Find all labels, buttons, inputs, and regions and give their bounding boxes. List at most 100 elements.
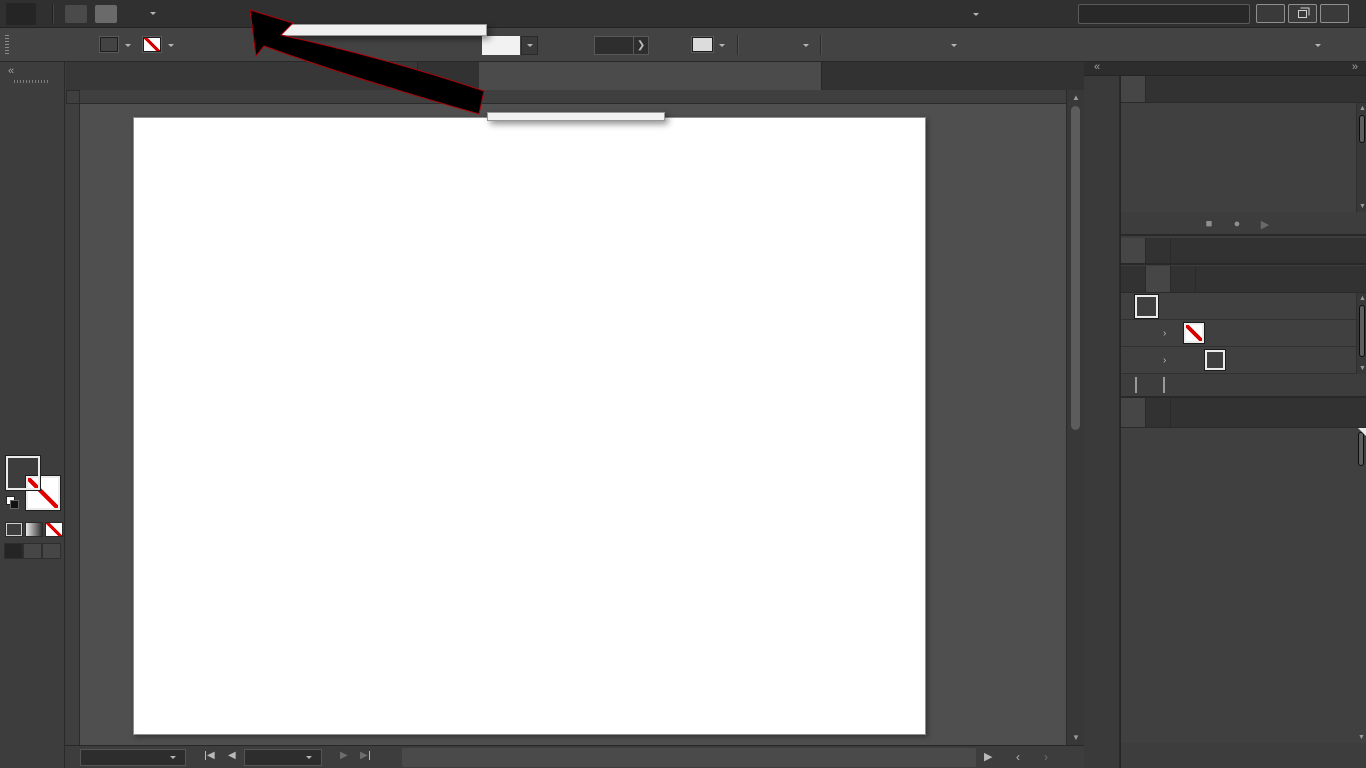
chevron-down-icon[interactable] [803,44,809,50]
selection-handle[interactable] [366,690,373,697]
default-fill-stroke-icon[interactable] [6,496,20,510]
scroll-down-icon[interactable]: ▼ [1359,365,1366,372]
next-artboard-icon[interactable]: ▶ [340,750,348,761]
selected-path-shape[interactable] [285,440,370,697]
document-grid-icon[interactable] [1262,36,1278,54]
panel-menu-icon[interactable] [1345,406,1361,420]
locate-object-icon[interactable] [1228,747,1244,763]
close-button[interactable] [1320,4,1349,23]
opacity-value[interactable] [594,36,634,55]
canvas-viewport[interactable] [80,104,1066,745]
delete-layer-icon[interactable] [1339,747,1355,763]
document-tab[interactable] [66,62,418,90]
last-artboard-icon[interactable]: ▶ [360,750,370,761]
scroll-right-icon[interactable]: › [1044,750,1048,764]
scroll-down-icon[interactable]: ▼ [1358,734,1365,741]
tab-asset-export[interactable] [1171,266,1196,292]
collapse-dock-icon[interactable]: « [1094,61,1100,73]
scroll-left-icon[interactable]: ‹ [1016,750,1020,764]
distribute-objects-icon[interactable] [928,36,944,54]
collect-for-export-icon[interactable] [1198,747,1214,763]
draw-inside-mode[interactable] [42,543,61,559]
scrollbar-thumb[interactable] [1359,115,1365,143]
fill-swatch[interactable] [6,456,40,490]
panel-menu-icon[interactable] [1345,272,1361,286]
tab-variables[interactable] [1121,266,1146,292]
delete-icon[interactable] [1343,216,1359,232]
color-button[interactable] [5,522,23,537]
search-input[interactable] [1101,7,1231,21]
play-selection-icon[interactable]: ▶ [1257,216,1273,232]
brush-definition-chevron[interactable] [521,36,538,55]
draw-behind-mode[interactable] [23,543,42,559]
duplicate-item-icon[interactable] [1303,378,1319,394]
new-set-folder-icon[interactable] [1289,216,1305,232]
chevron-down-icon[interactable] [719,44,725,50]
chevron-down-icon[interactable] [168,44,174,50]
appearance-item-row[interactable] [1121,293,1366,320]
scroll-down-icon[interactable]: ▼ [1067,733,1085,742]
tab-layers[interactable] [1121,398,1146,427]
clear-appearance-icon[interactable] [1273,378,1289,394]
draw-normal-mode[interactable] [4,543,23,559]
ruler-origin-box[interactable] [66,90,80,104]
tab-document-info[interactable] [1146,238,1171,263]
first-artboard-icon[interactable]: ◀ [205,750,215,761]
arrange-icon[interactable] [1292,36,1308,54]
style-swatch[interactable] [692,37,713,52]
align-objects-icon[interactable] [898,36,914,54]
delete-icon[interactable] [1331,378,1347,394]
panel-grip[interactable] [14,80,50,83]
chevron-down-icon[interactable] [150,12,156,18]
scrollbar-thumb[interactable] [1358,432,1364,466]
panel-menu-icon[interactable] [1345,244,1361,258]
gradient-button[interactable] [25,522,43,537]
collapse-panel-icon[interactable]: « [8,65,14,77]
visibility-eye-icon[interactable] [1135,326,1151,340]
arrange-documents-icon[interactable] [124,4,144,24]
scrollbar-thumb[interactable] [1071,106,1080,430]
share-icon[interactable] [162,4,182,24]
opacity-stepper[interactable]: ❯ [633,36,649,55]
new-layer-icon[interactable] [1311,747,1327,763]
scroll-down-icon[interactable]: ▼ [1359,203,1366,210]
new-stroke-icon[interactable] [1135,378,1151,394]
make-clipping-mask-icon[interactable] [1255,747,1271,763]
restore-button[interactable] [1288,4,1317,23]
new-fill-icon[interactable] [1163,378,1179,394]
vertical-scrollbar[interactable]: ▲ ▼ [1066,90,1084,745]
stock-button[interactable] [95,5,117,23]
new-sublayer-icon[interactable] [1282,747,1298,763]
fill-color-swatch[interactable] [1205,350,1225,370]
recolor-artwork-icon[interactable] [748,36,766,54]
control-panel-menu-icon[interactable] [1338,36,1354,54]
scroll-up-icon[interactable]: ▲ [1359,105,1366,112]
visibility-eye-icon[interactable] [1135,353,1151,367]
panel-menu-icon[interactable] [1345,82,1361,96]
brush-definition-dropdown[interactable] [482,36,520,55]
stroke-color-swatch[interactable] [143,37,161,52]
stroke-none-swatch[interactable] [1184,323,1204,343]
appearance-fill-row[interactable]: › [1121,347,1366,374]
artboard[interactable] [133,117,926,735]
tab-links[interactable] [1121,238,1146,263]
tab-artboards[interactable] [1146,398,1171,427]
minimize-button[interactable] [1256,4,1285,23]
chevron-down-icon[interactable] [951,44,957,50]
scroll-up-icon[interactable]: ▲ [1067,93,1085,102]
bridge-button[interactable] [65,5,87,23]
tab-actions[interactable] [1121,76,1146,102]
add-effect-icon[interactable] [1191,380,1207,396]
tab-appearance[interactable] [1146,266,1171,292]
begin-recording-icon[interactable]: ● [1229,216,1245,232]
appearance-scrollbar[interactable]: ▲ ▼ [1356,293,1366,374]
fill-color-swatch[interactable] [100,37,118,52]
zoom-level-dropdown[interactable] [80,749,186,766]
workspace-switcher[interactable] [966,0,982,28]
appearance-stroke-row[interactable]: › [1121,320,1366,347]
document-tab-active[interactable] [479,62,822,90]
selection-handle[interactable] [324,690,331,697]
none-button[interactable] [45,522,63,537]
stock-search-box[interactable] [1078,4,1250,24]
status-options-icon[interactable]: ▶ [984,750,992,763]
